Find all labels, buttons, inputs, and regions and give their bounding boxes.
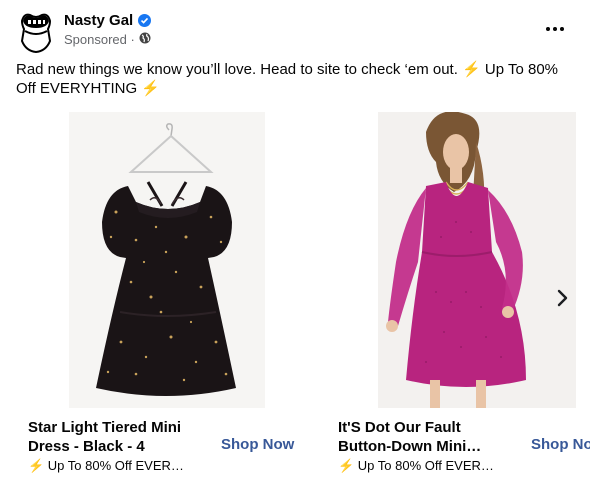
page-name-label[interactable]: Nasty Gal: [64, 12, 133, 29]
post-header: Nasty Gal Sponsored ·: [0, 0, 590, 58]
globe-icon: [139, 32, 151, 47]
product-card-footer: It'S Dot Our Fault Button-Down Mini… ⚡ U…: [326, 408, 590, 484]
product-image-dress-pink[interactable]: [326, 112, 590, 408]
product-title[interactable]: It'S Dot Our Fault Button-Down Mini…: [338, 418, 508, 456]
post-meta: Sponsored ·: [64, 32, 151, 47]
page-logo[interactable]: [18, 11, 54, 54]
chevron-right-icon[interactable]: [548, 284, 576, 312]
sponsored-label[interactable]: Sponsored ·: [64, 32, 135, 47]
post-text: Rad new things we know you’ll love. Head…: [16, 61, 559, 97]
product-image-dress-black[interactable]: [16, 112, 314, 408]
product-title[interactable]: Star Light Tiered Mini Dress - Black - 4: [28, 418, 198, 456]
shop-now-button[interactable]: Shop Now: [221, 436, 294, 453]
product-carousel[interactable]: Star Light Tiered Mini Dress - Black - 4…: [0, 112, 590, 484]
shop-now-button[interactable]: Shop Now: [531, 436, 590, 453]
more-options-icon[interactable]: [546, 24, 566, 34]
product-description: ⚡ Up To 80% Off EVER…: [28, 458, 184, 473]
product-card[interactable]: Star Light Tiered Mini Dress - Black - 4…: [16, 112, 314, 484]
page-name[interactable]: Nasty Gal: [64, 12, 152, 29]
product-card-footer: Star Light Tiered Mini Dress - Black - 4…: [16, 408, 314, 484]
lips-logo-icon: [20, 13, 52, 54]
product-description: ⚡ Up To 80% Off EVER…: [338, 458, 494, 473]
verified-badge-icon: [138, 14, 152, 27]
